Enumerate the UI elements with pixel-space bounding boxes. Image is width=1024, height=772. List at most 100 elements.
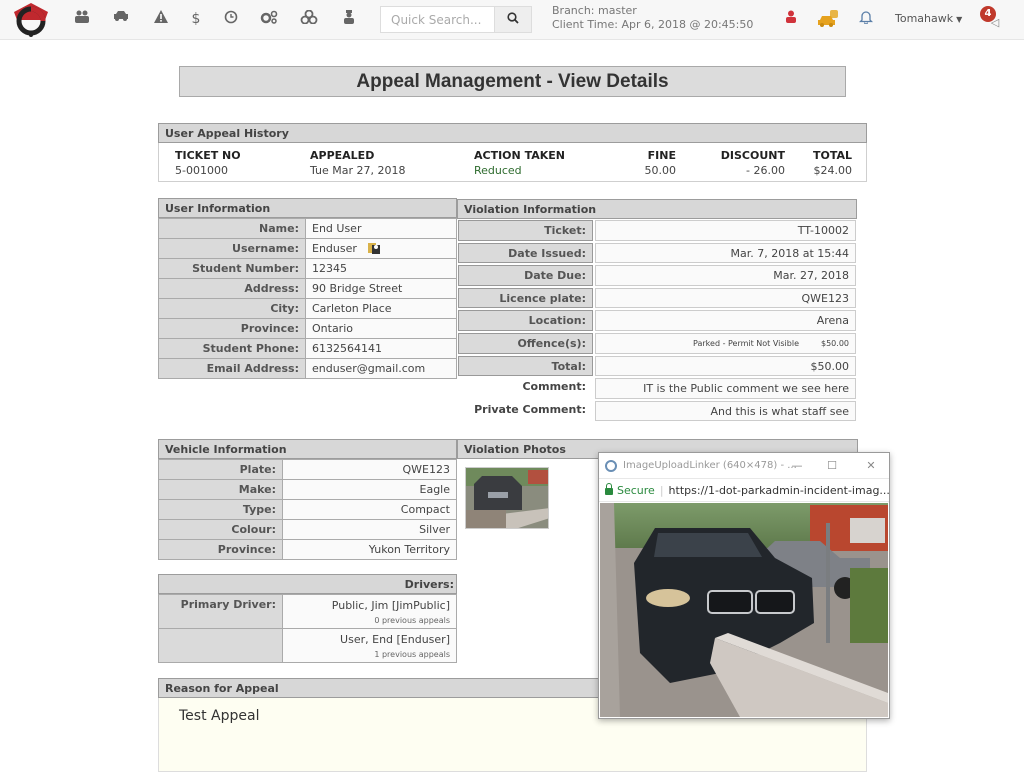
- driver-row: User, End [Enduser] 1 previous appeals: [158, 628, 457, 663]
- field-label: Student Number:: [158, 258, 306, 279]
- driver-previous-appeals: 0 previous appeals: [374, 616, 450, 625]
- field-value: 6132564141: [305, 338, 457, 359]
- popup-address-bar[interactable]: Secure | https://1-dot-parkadmin-incident-…: [599, 478, 889, 502]
- vehicle-row-colour: Colour: Silver: [158, 519, 457, 540]
- close-icon[interactable]: ✕: [861, 453, 881, 478]
- notification-badge[interactable]: 4: [980, 6, 996, 22]
- field-label: Province:: [158, 539, 283, 560]
- minimize-icon[interactable]: —: [787, 453, 807, 478]
- user-row-name: Name: End User: [158, 218, 457, 239]
- impersonate-user-icon[interactable]: [368, 242, 381, 254]
- field-value: Compact: [282, 499, 457, 520]
- search-icon: [507, 12, 519, 24]
- violation-row-private-comment: Private Comment: And this is what staff s…: [457, 400, 857, 423]
- user-secret-icon[interactable]: [340, 10, 358, 28]
- field-value: Ontario: [305, 318, 457, 339]
- drivers-panel: Drivers: Primary Driver: Public, Jim [Ji…: [158, 574, 457, 663]
- history-action: Reduced: [474, 164, 522, 177]
- violation-row-total: Total: $50.00: [457, 355, 857, 378]
- user-information-panel: User Information Name: End User Username:…: [158, 198, 457, 379]
- field-label: City:: [158, 298, 306, 319]
- divider: |: [659, 484, 664, 497]
- bell-icon[interactable]: [857, 10, 875, 28]
- field-label: Username:: [158, 238, 306, 259]
- field-value: enduser@gmail.com: [305, 358, 457, 379]
- field-label: Private Comment:: [474, 402, 586, 416]
- field-value: Mar. 7, 2018 at 15:44: [595, 242, 856, 264]
- col-action-taken: ACTION TAKEN: [474, 149, 565, 162]
- field-label: Name:: [158, 218, 306, 239]
- field-value: Arena: [595, 310, 856, 331]
- popup-url: https://1-dot-parkadmin-incident-imag...: [668, 484, 889, 497]
- image-popup-window[interactable]: ImageUploadLinker (640×478) - ... — ☐ ✕ …: [598, 452, 890, 719]
- popup-titlebar[interactable]: ImageUploadLinker (640×478) - ... — ☐ ✕: [599, 453, 889, 478]
- lock-icon: [605, 483, 613, 495]
- vehicle-information-table: Plate: QWE123 Make: Eagle Type: Compact Col…: [158, 459, 457, 560]
- quick-search-input[interactable]: [381, 7, 494, 32]
- field-label: Offence(s):: [458, 332, 593, 354]
- field-label: Email Address:: [158, 358, 306, 379]
- violation-row-date-due: Date Due: Mar. 27, 2018: [457, 264, 857, 287]
- col-fine: FINE: [647, 149, 676, 162]
- field-label: Ticket:: [458, 220, 593, 241]
- field-label: Location:: [458, 310, 593, 331]
- history-appealed: Tue Mar 27, 2018: [310, 164, 406, 177]
- field-label: Address:: [158, 278, 306, 299]
- field-value: TT-10002: [595, 220, 856, 241]
- history-fine: 50.00: [644, 164, 677, 177]
- search-button[interactable]: [494, 7, 531, 32]
- vehicle-row-type: Type: Compact: [158, 499, 457, 520]
- driver-previous-appeals: 1 previous appeals: [374, 650, 450, 659]
- violation-photo-full: [600, 503, 888, 717]
- violation-photo-thumbnail[interactable]: [465, 467, 549, 529]
- field-label: Primary Driver:: [158, 594, 283, 629]
- violation-information-header: Violation Information: [457, 199, 857, 219]
- field-value: 12345: [305, 258, 457, 279]
- user-menu[interactable]: Tomahawk ▼: [895, 12, 962, 25]
- user-row-phone: Student Phone: 6132564141: [158, 338, 457, 359]
- maximize-icon[interactable]: ☐: [822, 453, 842, 478]
- user-information-table: Name: End User Username: Enduser Student N…: [158, 218, 457, 379]
- offence-name: Parked - Permit Not Visible: [693, 338, 799, 348]
- field-value: Mar. 27, 2018: [595, 265, 856, 286]
- col-discount: DISCOUNT: [720, 149, 785, 162]
- clock-icon[interactable]: [222, 10, 240, 28]
- caret-down-icon: ▼: [956, 15, 963, 24]
- user-information-header: User Information: [158, 198, 457, 218]
- cubes-icon[interactable]: [300, 9, 318, 28]
- vehicle-row-make: Make: Eagle: [158, 479, 457, 500]
- client-time: Client Time: Apr 6, 2018 @ 20:45:50: [552, 18, 754, 31]
- field-label: Date Issued:: [458, 242, 593, 264]
- field-value: $50.00: [595, 355, 856, 377]
- user-row-student-number: Student Number: 12345: [158, 258, 457, 279]
- field-label: Total:: [458, 355, 593, 377]
- violation-row-date-issued: Date Issued: Mar. 7, 2018 at 15:44: [457, 242, 857, 265]
- field-value: Yukon Territory: [282, 539, 457, 560]
- car-icon[interactable]: [112, 10, 130, 28]
- field-value: Carleton Place: [305, 298, 457, 319]
- vehicle-row-plate: Plate: QWE123: [158, 459, 457, 480]
- app-logo[interactable]: [12, 2, 50, 38]
- violation-information-panel: Violation Information Ticket: TT-10002 Da…: [457, 199, 857, 422]
- dollar-icon[interactable]: $: [187, 10, 205, 28]
- field-value: 90 Bridge Street: [305, 278, 457, 299]
- users-icon[interactable]: [73, 10, 91, 28]
- appeal-history-table: TICKET NO APPEALED ACTION TAKEN FINE DIS…: [158, 143, 867, 182]
- field-label: Student Phone:: [158, 338, 306, 359]
- violation-row-licence-plate: Licence plate: QWE123: [457, 287, 857, 310]
- page-title: Appeal Management - View Details: [179, 66, 846, 97]
- driver-name[interactable]: User, End [Enduser]: [340, 633, 450, 646]
- field-label: Comment:: [522, 380, 586, 394]
- user-alert-icon[interactable]: [782, 10, 800, 28]
- car-alert-icon[interactable]: [818, 10, 840, 28]
- user-row-username: Username: Enduser: [158, 238, 457, 259]
- vehicle-row-province: Province: Yukon Territory: [158, 539, 457, 560]
- field-label: Date Due:: [458, 265, 593, 286]
- cogs-icon[interactable]: [260, 10, 278, 28]
- appeal-history-panel: User Appeal History TICKET NO APPEALED A…: [158, 123, 867, 182]
- history-ticket-no[interactable]: 5-001000: [175, 164, 228, 177]
- driver-name[interactable]: Public, Jim [JimPublic]: [332, 599, 450, 612]
- warning-icon[interactable]: [152, 10, 170, 28]
- driver-row: Primary Driver: Public, Jim [JimPublic] 0…: [158, 594, 457, 629]
- drivers-header: Drivers:: [158, 574, 457, 594]
